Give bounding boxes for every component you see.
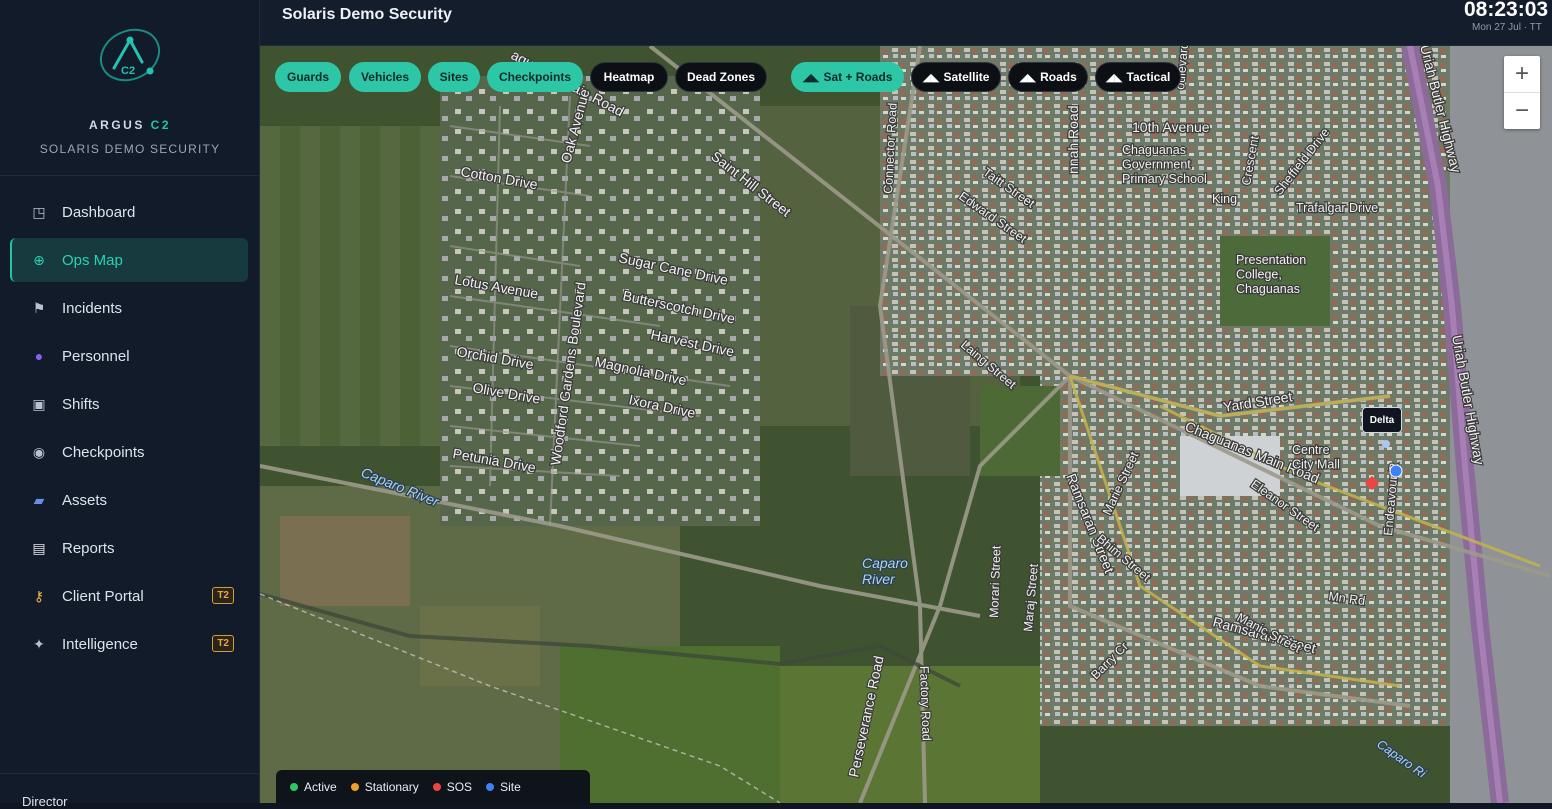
sidebar-item-client-portal[interactable]: ⚷ Client Portal T2 — [10, 574, 248, 618]
sidebar-item-label: Assets — [62, 491, 108, 509]
argus-logo-icon: C2 — [99, 28, 161, 82]
org-name: SOLARIS DEMO SECURITY — [39, 142, 221, 156]
clock: 08:23:03 — [1464, 0, 1549, 21]
basemap-sat-roads[interactable]: ◢◣ Sat + Roads — [791, 62, 904, 92]
page-title: Solaris Demo Security — [282, 6, 452, 23]
sparkle-icon: ✦ — [33, 635, 45, 652]
legend-label: SOS — [446, 779, 473, 794]
map-icon: ◢◣ — [1105, 71, 1123, 84]
sidebar-item-label: Intelligence — [62, 635, 138, 653]
toggle-sites[interactable]: Sites — [428, 62, 480, 92]
street-label: Factory Road — [917, 666, 934, 742]
zoom-out-button[interactable]: − — [1504, 92, 1540, 128]
vehicle-marker[interactable] — [1382, 440, 1390, 448]
crosshair-icon: ⊕ — [33, 251, 45, 268]
unit-marker-label[interactable]: Delta — [1362, 407, 1402, 433]
document-icon: ▤ — [32, 539, 46, 556]
toggle-dead-zones[interactable]: Dead Zones — [675, 62, 767, 92]
legend-active: Active — [290, 780, 337, 794]
map-icon: ◢◣ — [922, 71, 940, 84]
basemap-label: Sat + Roads — [823, 70, 893, 84]
logo-text: C2 — [121, 65, 135, 77]
street-label: Trafalgar Drive — [1296, 201, 1378, 215]
sidebar-item-personnel[interactable]: ● Personnel — [10, 334, 248, 378]
sidebar-item-incidents[interactable]: ⚑ Incidents — [10, 286, 248, 330]
sidebar-item-shifts[interactable]: ▣ Shifts — [10, 382, 248, 426]
sidebar-item-label: Incidents — [62, 299, 123, 317]
sidebar: C2 ARGUS C2 SOLARIS DEMO SECURITY ◳ Dash… — [0, 0, 260, 809]
basemap-roads[interactable]: ◢◣ Roads — [1008, 62, 1088, 92]
sidebar-item-label: Ops Map — [62, 251, 123, 269]
sidebar-item-label: Reports — [62, 539, 115, 557]
user-panel: Director — [0, 773, 260, 809]
sidebar-item-label: Shifts — [62, 395, 100, 413]
key-icon: ⚷ — [33, 587, 45, 604]
target-icon: ◉ — [32, 443, 46, 460]
legend-dot — [486, 782, 495, 791]
user-role: Director — [22, 794, 68, 809]
sidebar-item-reports[interactable]: ▤ Reports — [10, 526, 248, 570]
sidebar-item-ops-map[interactable]: ⊕ Ops Map — [10, 238, 248, 282]
sidebar-item-checkpoints[interactable]: ◉ Checkpoints — [10, 430, 248, 474]
sidebar-item-dashboard[interactable]: ◳ Dashboard — [10, 190, 248, 234]
brand-suffix: C2 — [150, 118, 172, 132]
toggle-guards[interactable]: Guards — [275, 62, 341, 92]
legend-sos: SOS — [432, 779, 473, 794]
tier-badge: T2 — [212, 635, 234, 652]
sidebar-nav: ◳ Dashboard ⊕ Ops Map ⚑ Incidents ● Pers… — [10, 190, 248, 670]
map-icon: ◢◣ — [802, 71, 820, 84]
sidebar-item-label: Client Portal — [62, 587, 144, 605]
sidebar-item-label: Dashboard — [62, 203, 136, 221]
site-marker[interactable] — [1389, 464, 1403, 478]
map-icon: ◢◣ — [1019, 71, 1037, 84]
basemap-label: Tactical — [1126, 70, 1171, 84]
street-label: Morari Street — [987, 545, 1004, 618]
brand-block: C2 ARGUS C2 SOLARIS DEMO SECURITY — [0, 0, 259, 176]
legend-label: Active — [304, 779, 337, 794]
legend-label: Stationary — [364, 779, 419, 794]
basemap-label: Roads — [1040, 70, 1077, 84]
person-icon: ● — [34, 348, 44, 364]
tier-badge: T2 — [212, 587, 234, 604]
calendar-icon: ▣ — [32, 395, 46, 412]
clock-date: Mon 27 Jul · TT — [1472, 22, 1542, 33]
sidebar-item-label: Personnel — [62, 347, 130, 365]
toggle-checkpoints[interactable]: Checkpoints — [487, 62, 583, 92]
top-bar: Solaris Demo Security 08:23:03 Mon 27 Ju… — [260, 0, 1552, 46]
brand-name-text: ARGUS — [88, 118, 145, 132]
sidebar-item-label: Checkpoints — [62, 443, 145, 461]
street-label: nnah Road — [1065, 105, 1081, 174]
ops-map[interactable]: aguanas Main Road Saint Hill Street Cott… — [260, 46, 1552, 803]
map-legend: Active Stationary SOS Site — [276, 770, 590, 803]
street-label: 10th Avenue — [1132, 119, 1210, 135]
legend-dot — [350, 782, 359, 791]
dashboard-icon: ◳ — [32, 203, 46, 220]
toggle-vehicles[interactable]: Vehicles — [349, 62, 421, 92]
legend-stationary: Stationary — [350, 779, 419, 794]
legend-dot — [432, 782, 441, 791]
basemap-satellite[interactable]: ◢◣ Satellite — [911, 62, 1001, 92]
street-label: King — [1212, 192, 1237, 206]
sidebar-item-assets[interactable]: ▰ Assets — [10, 478, 248, 522]
brand-name: ARGUS C2 — [0, 118, 260, 132]
satellite-basemap[interactable]: aguanas Main Road Saint Hill Street Cott… — [260, 46, 1552, 803]
legend-dot — [290, 782, 298, 791]
basemap-tactical[interactable]: ◢◣ Tactical — [1095, 62, 1181, 92]
car-icon: ▰ — [33, 491, 45, 508]
legend-site: Site — [486, 780, 521, 794]
zoom-in-button[interactable]: + — [1504, 56, 1540, 92]
zoom-control: + − — [1504, 56, 1540, 129]
basemap-label: Satellite — [943, 70, 990, 84]
sidebar-item-intelligence[interactable]: ✦ Intelligence T2 — [10, 622, 248, 666]
flag-icon: ⚑ — [32, 299, 46, 316]
toggle-heatmap[interactable]: Heatmap — [590, 62, 668, 92]
legend-label: Site — [500, 779, 521, 794]
